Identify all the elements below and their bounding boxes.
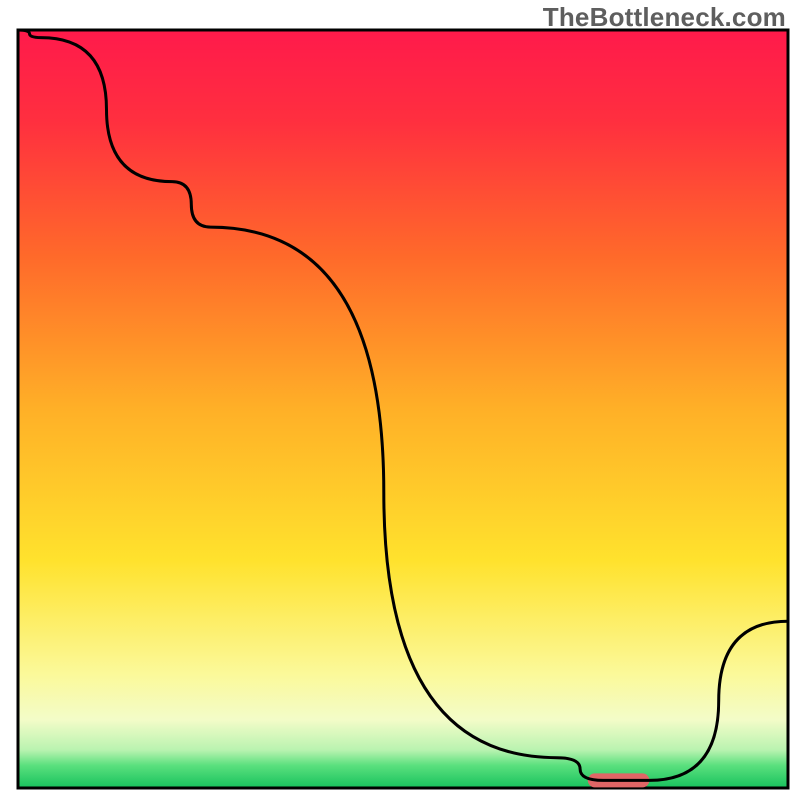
bottleneck-chart <box>0 0 800 800</box>
plot-background <box>18 30 788 788</box>
chart-stage: TheBottleneck.com <box>0 0 800 800</box>
